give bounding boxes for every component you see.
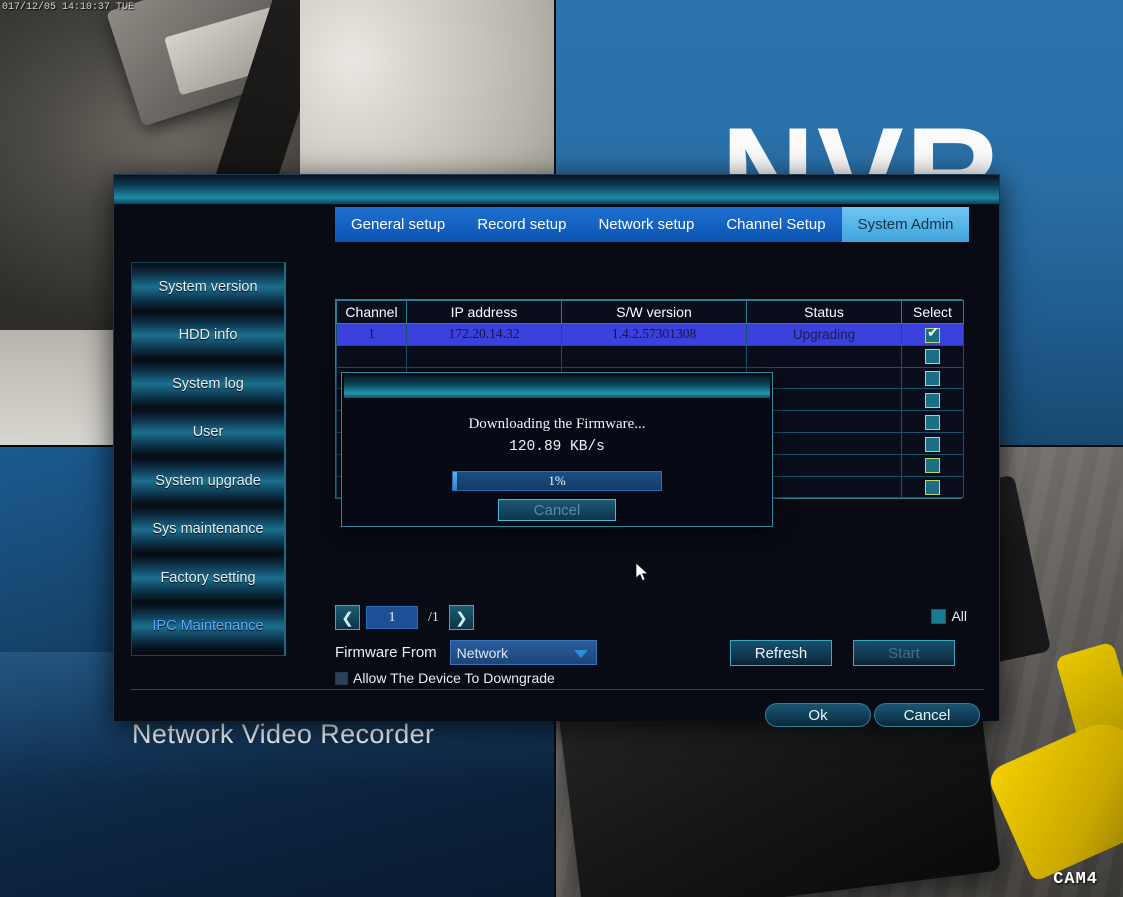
row-select-checkbox[interactable] <box>925 458 940 474</box>
cell-channel: 1 <box>336 323 407 346</box>
select-all-group: All <box>931 608 967 624</box>
dialog-message: Downloading the Firmware... <box>468 416 646 432</box>
page-total-label: /1 <box>428 609 439 625</box>
sidebar-item-ipc-maintenance[interactable]: IPC Maintenance <box>132 602 284 651</box>
cell-ip-address: 172.20.14.32 <box>406 323 562 346</box>
firmware-source-select[interactable]: Network <box>449 640 597 665</box>
row-select-checkbox[interactable] <box>925 326 940 343</box>
chevron-left-icon[interactable]: ❮ <box>335 605 360 630</box>
column-header-status: Status <box>746 300 902 324</box>
table-header-row: Channel IP address S/W version Status Se… <box>336 300 964 324</box>
tab-bar: General setup Record setup Network setup… <box>335 207 970 242</box>
table-row[interactable]: 1 172.20.14.32 1.4.2.57301308 Upgrading <box>336 323 964 346</box>
camera-1-watermark: CAM1 <box>2 430 24 440</box>
row-select-checkbox[interactable] <box>925 392 940 408</box>
sidebar-item-factory-setting[interactable]: Factory setting <box>132 554 284 603</box>
chevron-down-icon <box>573 650 588 658</box>
progress-percent-label: 1% <box>548 473 566 488</box>
download-progress-dialog: Downloading the Firmware... 120.89 KB/s … <box>341 372 773 527</box>
tab-channel-setup[interactable]: Channel Setup <box>710 207 842 242</box>
start-button[interactable]: Start <box>853 640 955 666</box>
row-select-checkbox[interactable] <box>925 480 940 496</box>
cell-select <box>901 344 964 368</box>
footer-divider <box>131 689 984 690</box>
brand-subtitle: Network Video Recorder <box>132 719 435 749</box>
download-speed: 120.89 KB/s <box>509 439 605 455</box>
sidebar-item-system-upgrade[interactable]: System upgrade <box>132 457 284 506</box>
window-titlebar[interactable] <box>114 175 999 205</box>
window-footer: Ok Cancel <box>765 703 980 727</box>
cell-channel <box>336 344 407 368</box>
dialog-titlebar[interactable] <box>344 375 770 398</box>
cell-select <box>901 410 964 433</box>
sidebar-item-system-log[interactable]: System log <box>132 360 284 409</box>
cell-status <box>746 344 902 368</box>
sidebar-item-hdd-info[interactable]: HDD info <box>132 311 284 360</box>
row-select-checkbox[interactable] <box>925 436 940 452</box>
refresh-button[interactable]: Refresh <box>730 640 832 666</box>
progress-bar: 1% <box>452 471 662 491</box>
pagination: ❮ 1 /1 ❯ <box>335 605 474 630</box>
select-all-label: All <box>951 608 967 624</box>
cell-select <box>901 366 964 390</box>
cell-sw-version: 1.4.2.57301308 <box>561 323 747 346</box>
tab-record-setup[interactable]: Record setup <box>461 207 583 242</box>
cell-select <box>901 388 964 412</box>
column-header-sw-version: S/W version <box>561 300 747 324</box>
cell-select <box>901 453 964 477</box>
column-header-ip-address: IP address <box>406 300 562 324</box>
cancel-button[interactable]: Cancel <box>874 703 980 727</box>
firmware-from-label: Firmware From <box>335 644 437 661</box>
row-select-checkbox[interactable] <box>925 349 940 365</box>
row-select-checkbox[interactable] <box>925 371 940 387</box>
sidebar-item-system-version[interactable]: System version <box>132 263 284 312</box>
cell-select <box>901 475 964 499</box>
cell-select <box>901 431 964 455</box>
dialog-cancel-button[interactable]: Cancel <box>498 499 616 521</box>
allow-downgrade-label: Allow The Device To Downgrade <box>353 670 555 686</box>
cell-select <box>901 323 964 346</box>
cell-sw-version <box>561 344 747 368</box>
camera-4-label: CAM4 <box>1053 870 1098 889</box>
sidebar-item-user[interactable]: User <box>132 408 284 457</box>
sidebar: System version HDD info System log User … <box>131 262 286 656</box>
tab-network-setup[interactable]: Network setup <box>582 207 711 242</box>
cell-ip-address <box>406 344 562 368</box>
cell-status: Upgrading <box>746 323 902 346</box>
screen: 017/12/05 14:10:37 TUE CAM1 NVR NVR Netw… <box>0 0 1123 897</box>
column-header-select: Select <box>901 300 964 324</box>
allow-downgrade-checkbox[interactable] <box>335 671 348 685</box>
column-header-channel: Channel <box>336 300 407 324</box>
tab-system-admin[interactable]: System Admin <box>841 207 970 242</box>
allow-downgrade-group: Allow The Device To Downgrade <box>335 670 555 686</box>
ok-button[interactable]: Ok <box>765 703 871 727</box>
firmware-source-value: Network <box>456 644 509 661</box>
chevron-right-icon[interactable]: ❯ <box>448 605 474 630</box>
row-select-checkbox[interactable] <box>925 414 940 430</box>
firmware-source-group: Firmware From Network <box>335 640 597 665</box>
table-row[interactable] <box>336 344 964 368</box>
select-all-checkbox[interactable] <box>931 608 947 624</box>
tab-general-setup[interactable]: General setup <box>335 207 462 242</box>
sidebar-item-sys-maintenance[interactable]: Sys maintenance <box>132 505 284 554</box>
page-number-input[interactable]: 1 <box>366 606 418 629</box>
timestamp-overlay: 017/12/05 14:10:37 TUE <box>2 2 135 13</box>
